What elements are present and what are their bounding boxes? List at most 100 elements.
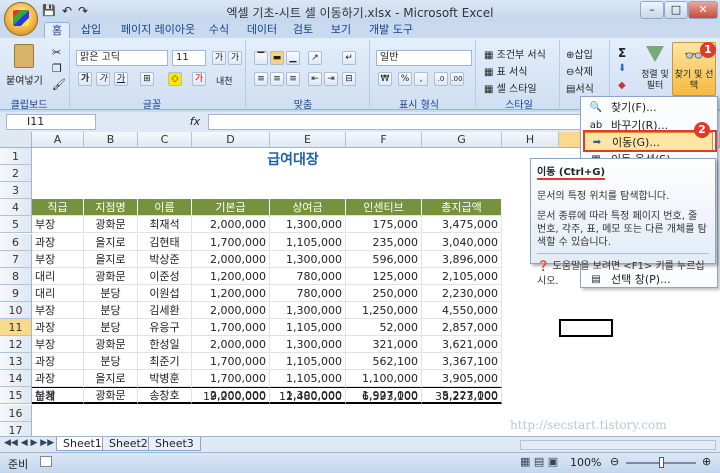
horizontal-scrollbar[interactable] [520,440,716,450]
underline-button[interactable]: 가 [114,72,128,86]
table-cell[interactable]: 321,000 [346,336,422,354]
table-cell[interactable]: 3,905,000 [422,370,502,388]
table-cell[interactable]: 과장 [32,233,84,251]
table-cell[interactable]: 2,000,000 [192,216,270,234]
cell-styles-button[interactable]: ▦ 셀 스타일 [484,80,537,95]
save-icon[interactable]: 💾 [42,4,56,17]
find-select-button[interactable]: 찾기 및 선택 [672,70,716,92]
table-cell[interactable]: 1,700,000 [192,370,270,388]
table-cell[interactable]: 3,040,000 [422,233,502,251]
table-cell[interactable]: 을지로 [84,370,138,388]
table-cell[interactable]: 분당 [84,284,138,302]
format-table-button[interactable]: ▦ 표 서식 [484,63,527,78]
table-cell[interactable]: 1,300,000 [270,336,346,354]
sheet-tab-3[interactable]: Sheet3 [148,437,201,451]
format-painter-icon[interactable]: 🖌 [52,78,66,91]
table-cell[interactable]: 박병훈 [138,370,192,388]
border-icon[interactable]: ⊞ [140,72,154,86]
grow-font-button[interactable]: 가 [212,51,226,65]
column-header-F[interactable]: F [346,132,422,148]
sheet-tab-2[interactable]: Sheet2 [102,437,155,451]
table-header-cell[interactable]: 지점명 [84,199,138,217]
table-cell[interactable]: 과장 [32,370,84,388]
table-header-cell[interactable]: 이름 [138,199,192,217]
column-header-B[interactable]: B [84,132,138,148]
decrease-indent-icon[interactable]: ⇤ [308,72,322,86]
table-cell[interactable]: 2,000,000 [192,250,270,268]
table-header-cell[interactable]: 기본급 [192,199,270,217]
table-cell[interactable]: 1,250,000 [346,301,422,319]
table-cell[interactable]: 52,000 [346,319,422,336]
copy-icon[interactable]: ❐ [52,62,62,75]
column-header-G[interactable]: G [422,132,502,148]
table-cell[interactable]: 1,700,000 [192,353,270,371]
comma-button[interactable]: , [414,72,428,86]
zoom-slider-thumb[interactable] [659,457,664,468]
tab-insert[interactable]: 삽입 [76,22,106,38]
minimize-button[interactable]: – [640,1,664,19]
table-cell[interactable]: 1,105,000 [270,319,346,336]
font-color-button[interactable]: 가 [192,72,206,86]
orientation-icon[interactable]: ↗ [308,51,322,65]
table-cell[interactable]: 780,000 [270,284,346,302]
table-cell[interactable]: 1,200,000 [192,284,270,302]
table-cell[interactable]: 부장 [32,216,84,234]
table-cell[interactable]: 3,475,000 [422,216,502,234]
zoom-out-icon[interactable]: ⊖ [610,455,619,468]
table-cell[interactable]: 과장 [32,319,84,336]
total-cell[interactable]: 합계 [32,387,84,405]
sum-icon[interactable]: Σ [618,46,626,60]
merge-center-icon[interactable]: ⊟ [342,72,356,86]
table-cell[interactable]: 분당 [84,301,138,319]
table-cell[interactable]: 김현태 [138,233,192,251]
table-cell[interactable]: 유응구 [138,319,192,336]
number-format-combo[interactable]: 일반 [376,50,472,66]
table-cell[interactable]: 최재석 [138,216,192,234]
table-cell[interactable]: 1,300,000 [270,216,346,234]
percent-button[interactable]: % [398,72,412,86]
table-cell[interactable]: 을지로 [84,250,138,268]
table-cell[interactable]: 박상준 [138,250,192,268]
fill-icon[interactable]: ⬇ [618,63,626,74]
menu-item-find[interactable]: 🔍 찾기(F)... [583,98,713,117]
table-cell[interactable]: 부장 [32,250,84,268]
insert-button[interactable]: ⊕삽입 [566,46,593,61]
macro-record-icon[interactable] [40,456,52,467]
bold-button[interactable]: 가 [78,72,92,86]
table-header-cell[interactable]: 인센티브 [346,199,422,217]
view-buttons-icon[interactable]: ▦ ▤ ▣ [520,455,558,468]
table-header-cell[interactable]: 총지급액 [422,199,502,217]
table-cell[interactable]: 2,000,000 [192,336,270,354]
paste-icon[interactable] [14,44,34,68]
align-center-icon[interactable]: ≡ [270,72,284,86]
table-cell[interactable]: 2,105,000 [422,267,502,285]
cut-icon[interactable]: ✂ [52,46,61,59]
increase-decimal-icon[interactable]: .0 [434,72,448,86]
sheet-nav-icon[interactable]: ◀◀ ◀ ▶ ▶▶ [4,438,54,448]
row-header-1[interactable]: 1 [0,148,32,165]
undo-icon[interactable]: ↶ [62,4,72,18]
tab-developer[interactable]: 개발 도구 [364,22,418,38]
table-cell[interactable]: 2,857,000 [422,319,502,336]
row-header-2[interactable]: 2 [0,165,32,183]
zoom-in-icon[interactable]: ⊕ [702,455,711,468]
wrap-text-icon[interactable]: ↵ [342,51,356,65]
shrink-font-button[interactable]: 가 [228,51,242,65]
table-cell[interactable]: 4,550,000 [422,301,502,319]
table-cell[interactable]: 1,700,000 [192,319,270,336]
table-cell[interactable]: 분당 [84,353,138,371]
insert-function-button[interactable]: fx [182,114,208,130]
column-header-D[interactable]: D [192,132,270,148]
table-cell[interactable]: 125,000 [346,267,422,285]
row-header-8[interactable]: 8 [0,267,32,285]
table-cell[interactable]: 대리 [32,284,84,302]
table-cell[interactable]: 1,300,000 [270,250,346,268]
align-middle-icon[interactable]: ▬ [270,51,284,65]
select-all-corner[interactable] [0,132,32,148]
table-cell[interactable]: 1,105,000 [270,370,346,388]
delete-button[interactable]: ⊖삭제 [566,63,593,78]
redo-icon[interactable]: ↷ [78,4,88,18]
name-box[interactable]: I11 [6,114,96,130]
table-cell[interactable]: 3,896,000 [422,250,502,268]
conditional-format-button[interactable]: ▦ 조건부 서식 [484,46,546,61]
